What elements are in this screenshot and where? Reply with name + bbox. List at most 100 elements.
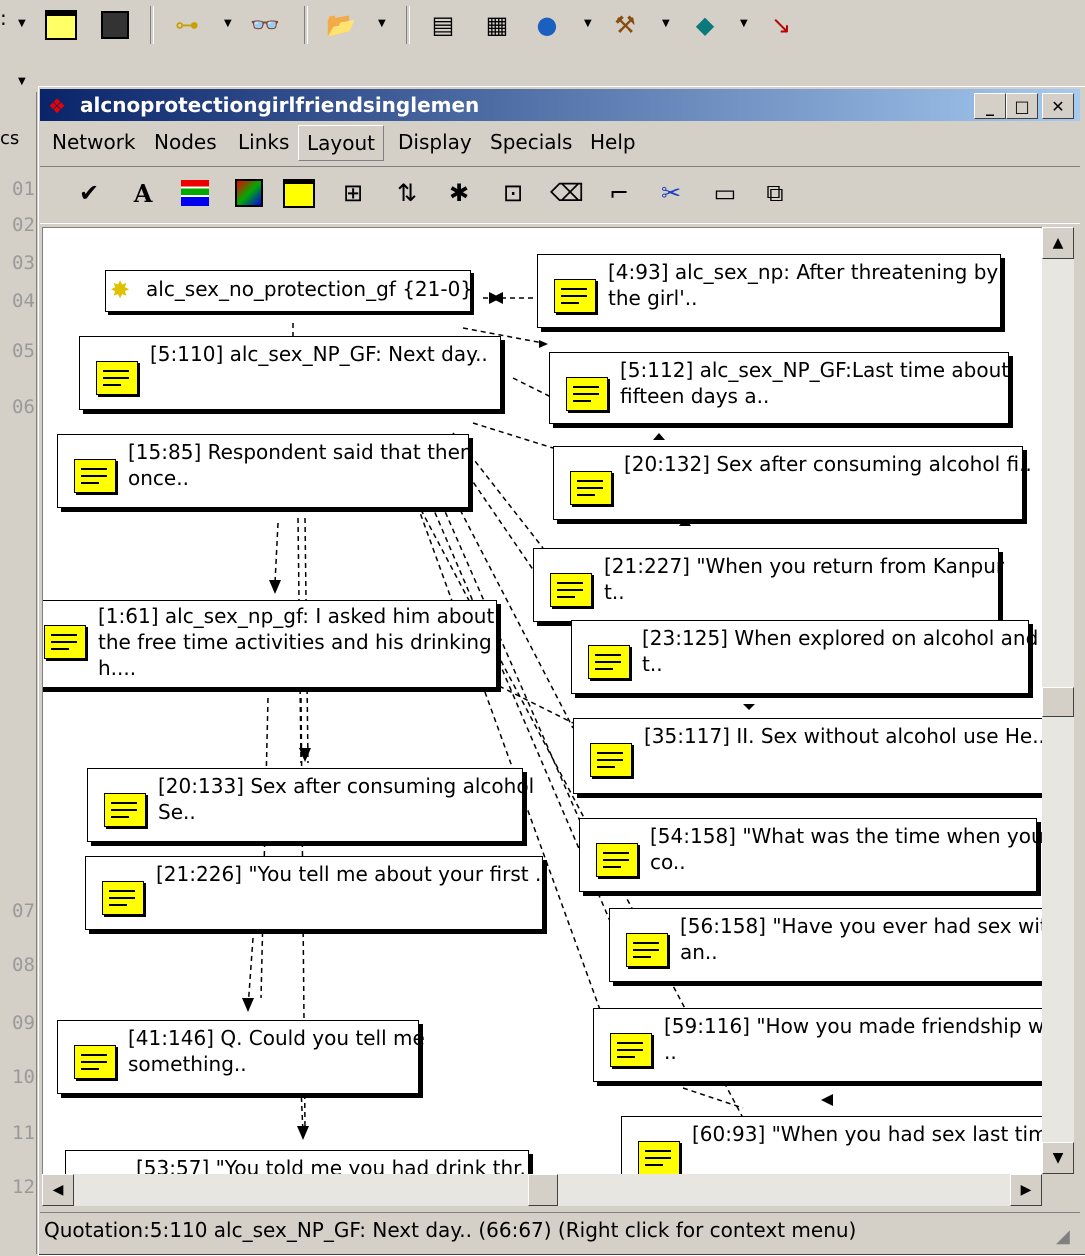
quotation-line: [20:133] Sex after consuming alcohol <box>158 774 535 798</box>
dropdown-arrow-icon[interactable]: ▼ <box>18 76 26 87</box>
scroll-down-icon[interactable]: ▼ <box>1042 1142 1074 1174</box>
menu-links[interactable]: Links <box>238 130 289 154</box>
binoculars-icon[interactable]: 👓 <box>248 8 282 42</box>
line-number: 08 <box>12 954 35 976</box>
scroll-corner <box>1042 1174 1074 1206</box>
horizontal-scroll-thumb[interactable] <box>528 1174 558 1206</box>
sort-layout-icon[interactable]: ⇅ <box>388 174 426 212</box>
quotation-node[interactable]: [60:93] "When you had sex last time <box>621 1116 1043 1175</box>
quotation-node[interactable]: [1:61] alc_sex_np_gf: I asked him about … <box>43 600 497 688</box>
line-number: 06 <box>12 396 35 418</box>
code-star-icon: ✸ <box>110 276 131 304</box>
node-box-icon[interactable] <box>280 174 318 212</box>
line-number: 09 <box>12 1012 35 1034</box>
dropdown-arrow-icon[interactable]: ▼ <box>378 18 386 29</box>
note-icon <box>590 743 632 777</box>
link-line <box>512 377 554 399</box>
vertical-scrollbar[interactable]: ▲ ▼ <box>1042 227 1074 1174</box>
comment-icon[interactable]: ▭ <box>706 174 744 212</box>
horizontal-scrollbar[interactable]: ◀ ▶ <box>42 1174 1042 1206</box>
properties-icon[interactable]: ▤ <box>426 8 460 42</box>
semantic-layout-icon[interactable]: ✱ <box>440 174 478 212</box>
quotation-node[interactable]: [35:117] II. Sex without alcohol use He.… <box>573 718 1044 794</box>
exit-icon[interactable]: ↘ <box>764 8 798 42</box>
back-arrow-icon[interactable]: ◆ <box>688 8 722 42</box>
note-icon <box>638 1141 680 1175</box>
window-icon[interactable] <box>44 8 78 42</box>
tree-layout-icon[interactable]: ⊞ <box>334 174 372 212</box>
arrow-head <box>491 292 503 304</box>
quotation-node[interactable]: [15:85] Respondent said that then once.. <box>57 434 473 508</box>
quotation-node[interactable]: [5:112] alc_sex_NP_GF:Last time about fi… <box>549 352 1009 424</box>
maximize-button[interactable]: □ <box>1006 93 1038 119</box>
open-folder-icon[interactable]: 📂 <box>324 8 358 42</box>
quotation-node[interactable]: [21:227] "When you return from Kanpur t.… <box>533 548 1004 622</box>
link-icon[interactable]: ⌐ <box>600 174 638 212</box>
save-icon[interactable] <box>98 8 132 42</box>
quotation-node[interactable]: [54:158] "What was the time when you co.… <box>579 818 1043 892</box>
quotation-node[interactable]: [20:133] Sex after consuming alcohol Se.… <box>87 768 534 842</box>
dropdown-arrow-icon[interactable]: ▼ <box>18 18 26 29</box>
menu-network[interactable]: Network <box>52 130 136 154</box>
minimize-button[interactable]: _ <box>974 93 1006 119</box>
quotation-node[interactable]: [53:57] "You told me you had drink thr.. <box>65 1150 532 1175</box>
quotation-line: Se.. <box>158 800 196 824</box>
toolbar-separator <box>406 6 410 44</box>
dropdown-arrow-icon[interactable]: ▼ <box>740 18 748 29</box>
vertical-scroll-thumb[interactable] <box>1042 687 1074 717</box>
quotation-line: [1:61] alc_sex_np_gf: I asked him about <box>98 604 495 628</box>
quotation-line: [15:85] Respondent said that then <box>128 440 473 464</box>
toolbar-separator <box>150 6 154 44</box>
scroll-right-icon[interactable]: ▶ <box>1010 1174 1042 1206</box>
note-icon <box>626 933 668 967</box>
tree-icon[interactable]: ⊶ <box>170 8 204 42</box>
quotation-line: [20:132] Sex after consuming alcohol fi.… <box>624 452 1032 476</box>
quotation-node[interactable]: [41:146] Q. Could you tell me something.… <box>57 1020 425 1094</box>
globe-icon[interactable]: ● <box>530 8 564 42</box>
line-number: 05 <box>12 340 35 362</box>
grid-layout-icon[interactable]: ⊡ <box>494 174 532 212</box>
quotation-node[interactable]: [4:93] alc_sex_np: After threatening by … <box>537 254 1001 328</box>
quotation-node-selected[interactable]: [5:110] alc_sex_NP_GF: Next day.. <box>79 336 501 410</box>
background-document-pane: cs 01 02 03 04 05 06 07 08 09 10 11 12 <box>0 92 37 1254</box>
code-node[interactable]: ✸ alc_sex_no_protection_gf {21-0} <box>105 270 473 312</box>
color-bars-icon[interactable] <box>176 174 214 212</box>
quotation-node[interactable]: [23:125] When explored on alcohol and t.… <box>571 620 1038 694</box>
menu-display[interactable]: Display <box>398 130 472 154</box>
menu-nodes[interactable]: Nodes <box>154 130 217 154</box>
quotation-node[interactable]: [59:116] "How you made friendship with .… <box>593 1008 1043 1082</box>
dropdown-arrow-icon[interactable]: ▼ <box>584 18 592 29</box>
dropdown-arrow-icon[interactable]: ▼ <box>224 18 232 29</box>
checkmark-icon[interactable]: ✔ <box>70 174 108 212</box>
line-number: 04 <box>12 290 35 312</box>
copy-window-icon[interactable]: ⧉ <box>756 174 794 212</box>
hammer-icon[interactable]: ⚒ <box>608 8 642 42</box>
quotation-line: [35:117] II. Sex without alcohol use He.… <box>644 724 1044 748</box>
dropdown-arrow-icon[interactable]: ▼ <box>662 18 670 29</box>
note-icon <box>44 625 86 659</box>
color-picker-icon[interactable] <box>230 174 268 212</box>
menu-layout[interactable]: Layout <box>298 125 384 161</box>
font-icon[interactable]: A <box>124 174 162 212</box>
close-button[interactable]: ✕ <box>1042 93 1074 119</box>
link-line <box>247 937 254 1009</box>
pane-tab-label: cs <box>0 128 20 149</box>
resize-grip-icon[interactable]: ◢ <box>1056 1226 1070 1247</box>
arrow-head <box>821 1094 833 1106</box>
note-icon <box>104 793 146 827</box>
menu-help[interactable]: Help <box>590 130 636 154</box>
quotation-line: .. <box>664 1040 677 1064</box>
quotation-line: the girl'.. <box>608 286 698 310</box>
scroll-left-icon[interactable]: ◀ <box>42 1174 74 1206</box>
note-icon <box>610 1033 652 1067</box>
scroll-up-icon[interactable]: ▲ <box>1042 227 1074 259</box>
network-canvas[interactable]: ✸ alc_sex_no_protection_gf {21-0} [4:93]… <box>42 227 1044 1176</box>
quotation-node[interactable]: [20:132] Sex after consuming alcohol fi.… <box>553 446 1032 520</box>
menu-specials[interactable]: Specials <box>490 130 572 154</box>
quotation-node[interactable]: [56:158] "Have you ever had sex with an.… <box>609 908 1043 982</box>
quotation-line: t.. <box>604 580 625 604</box>
table-icon[interactable]: ▦ <box>480 8 514 42</box>
cut-icon[interactable]: ✂ <box>652 174 690 212</box>
eraser-icon[interactable]: ⌫ <box>548 174 586 212</box>
quotation-node[interactable]: [21:226] "You tell me about your first .… <box>85 856 548 930</box>
